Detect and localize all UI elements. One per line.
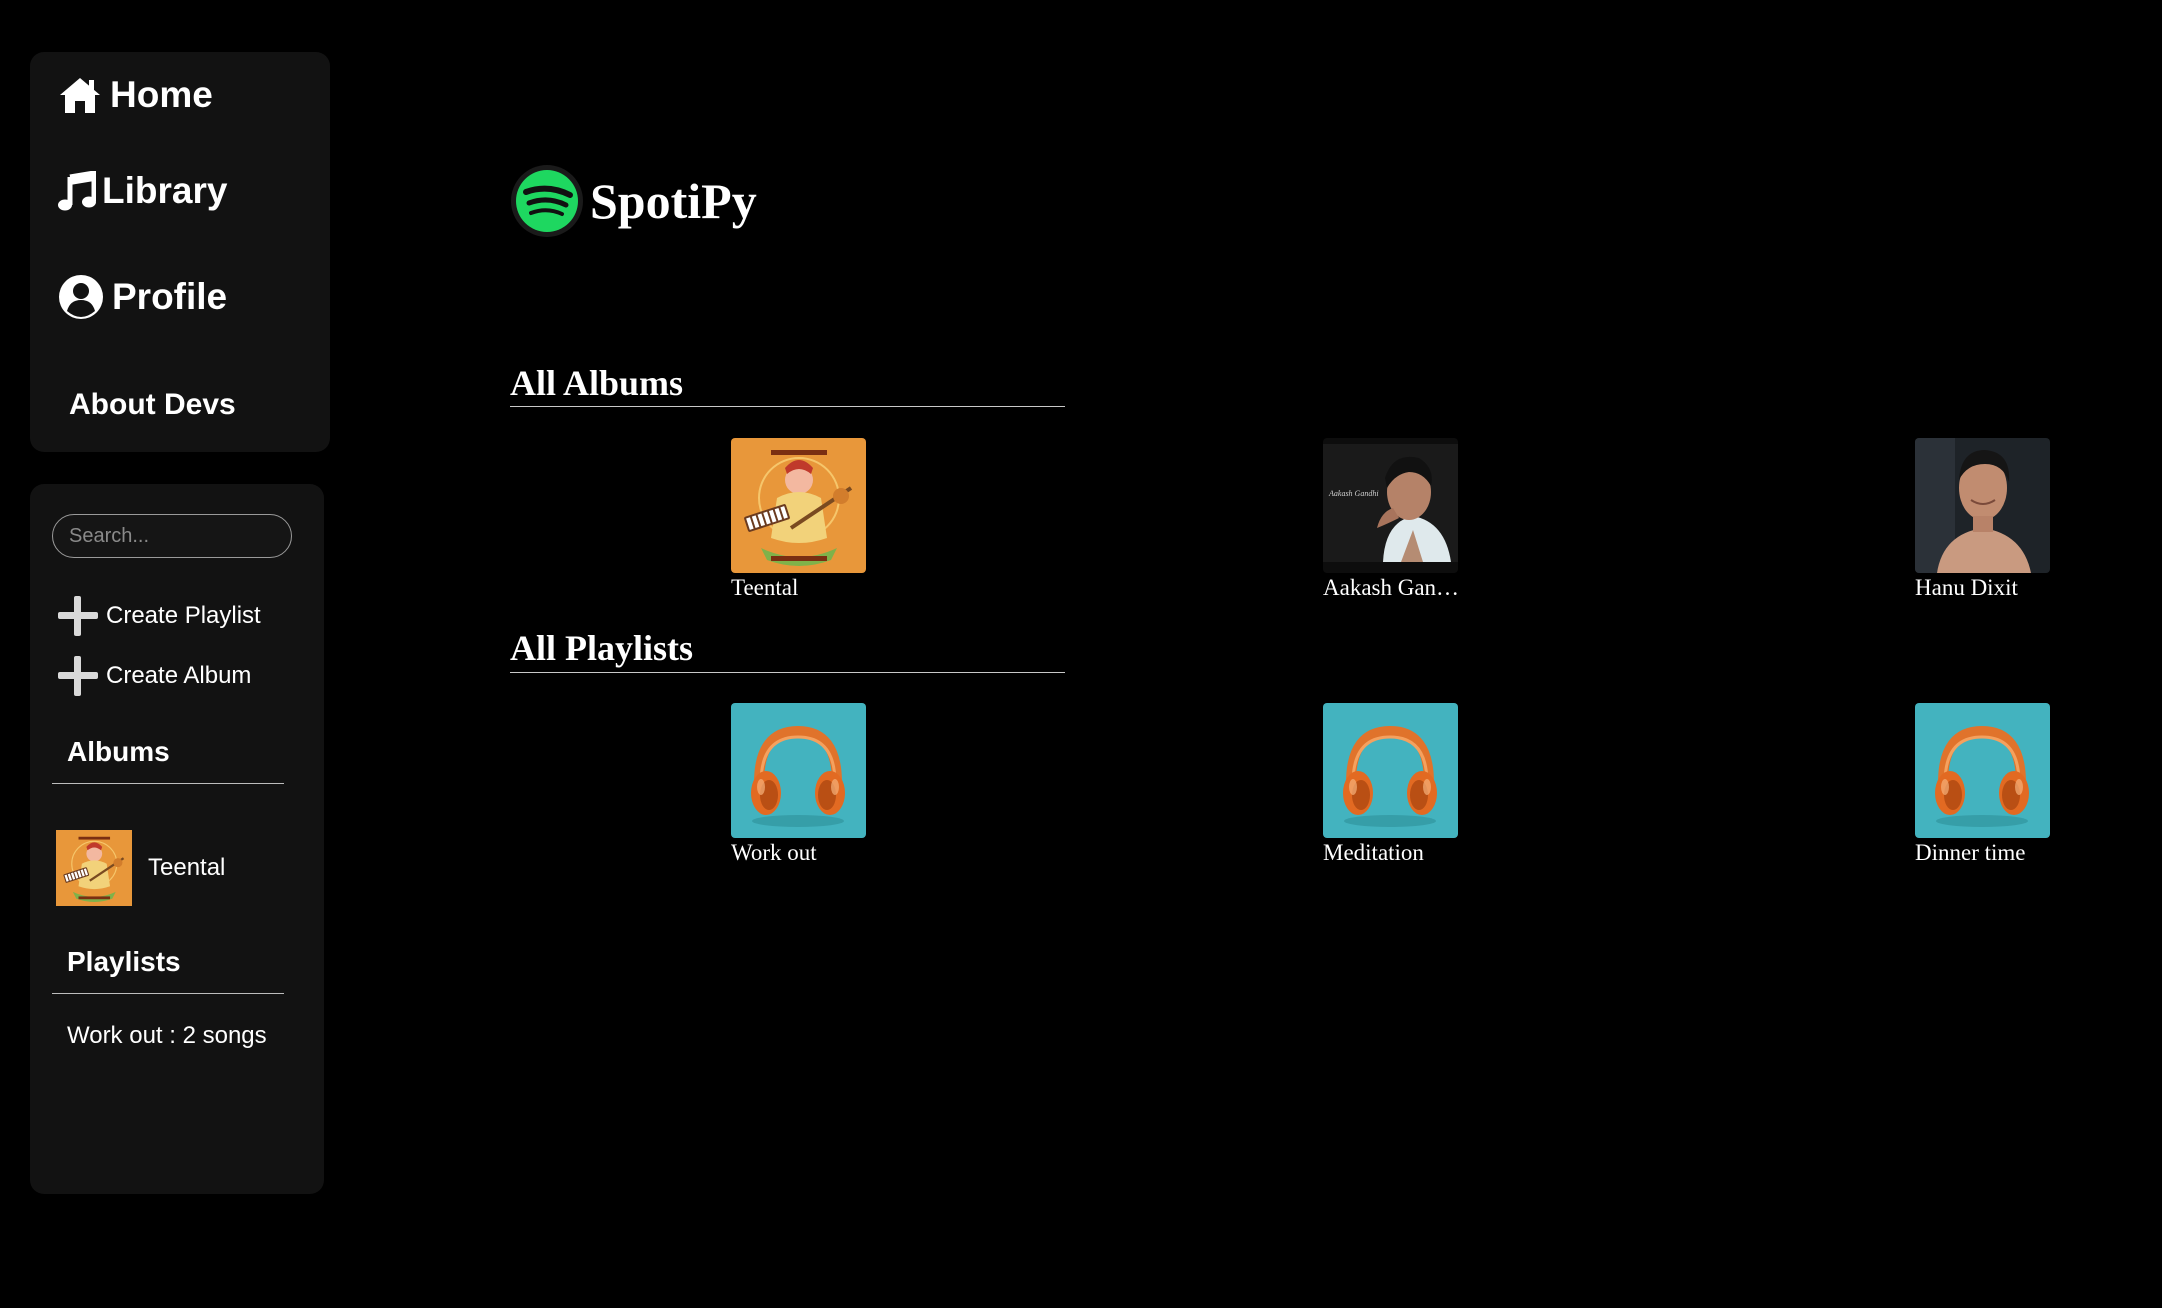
album-card[interactable]: Teental	[731, 438, 871, 601]
album-card[interactable]: Aakash Gandhi	[1323, 438, 1465, 601]
user-circle-icon	[59, 275, 103, 319]
all-playlists-title: All Playlists	[510, 628, 694, 668]
headphones-icon	[731, 703, 866, 838]
album-cover	[731, 438, 866, 573]
plus-icon	[58, 596, 98, 636]
nav-home[interactable]: Home	[58, 74, 213, 116]
nav-about-devs[interactable]: About Devs	[69, 388, 236, 422]
albums-heading: Albums	[67, 736, 170, 767]
app-root: Home Library Profile About Devs Search..…	[0, 0, 2162, 1308]
playlist-card[interactable]: Meditation	[1323, 703, 1463, 866]
brand-name: SpotiPy	[590, 173, 757, 229]
create-album-label: Create Album	[106, 662, 252, 689]
all-albums-title: All Albums	[510, 363, 684, 403]
create-playlist-button[interactable]: Create Playlist	[58, 596, 261, 636]
plus-icon	[58, 656, 98, 696]
album-title: Hanu Dixit	[1915, 575, 2018, 600]
headphones-icon	[1915, 703, 2050, 838]
section-divider	[510, 672, 1065, 673]
create-playlist-label: Create Playlist	[106, 602, 261, 629]
nav-profile-label: Profile	[112, 276, 228, 317]
nav-about-label: About Devs	[69, 388, 236, 421]
sidebar-album-item[interactable]: Teental	[56, 830, 225, 906]
section-divider	[510, 406, 1065, 407]
music-note-icon	[58, 171, 96, 211]
playlist-title: Meditation	[1323, 840, 1424, 865]
album-title: Teental	[731, 575, 799, 600]
search-input[interactable]	[52, 514, 292, 558]
spotify-logo-icon	[511, 165, 583, 237]
nav-library-label: Library	[102, 170, 228, 211]
playlist-title: Work out	[731, 840, 817, 865]
album-cover	[1323, 438, 1458, 573]
library-panel: Create Playlist Create Album Albums Teen…	[30, 484, 324, 1194]
nav-home-label: Home	[110, 74, 213, 115]
divider	[52, 993, 284, 994]
create-album-button[interactable]: Create Album	[58, 656, 251, 696]
home-icon	[60, 78, 100, 113]
playlist-title: Dinner time	[1915, 840, 2026, 865]
headphones-icon	[1323, 703, 1458, 838]
sidebar-album-title: Teental	[148, 854, 226, 881]
nav-panel: Home Library Profile About Devs	[30, 52, 330, 452]
nav-library[interactable]: Library	[58, 170, 227, 212]
nav-profile[interactable]: Profile	[58, 274, 227, 320]
playlists-heading: Playlists	[67, 946, 181, 977]
album-card[interactable]: Hanu Dixit	[1915, 438, 2055, 601]
brand: SpotiPy	[510, 164, 757, 238]
divider	[52, 783, 284, 784]
sidebar-playlist-item[interactable]: Work out : 2 songs	[67, 1022, 267, 1050]
album-title: Aakash Gandhi	[1323, 575, 1465, 600]
album-cover	[1915, 438, 2050, 573]
album-cover	[56, 830, 132, 906]
playlist-card[interactable]: Dinner time	[1915, 703, 2055, 866]
playlist-card[interactable]: Work out	[731, 703, 871, 866]
